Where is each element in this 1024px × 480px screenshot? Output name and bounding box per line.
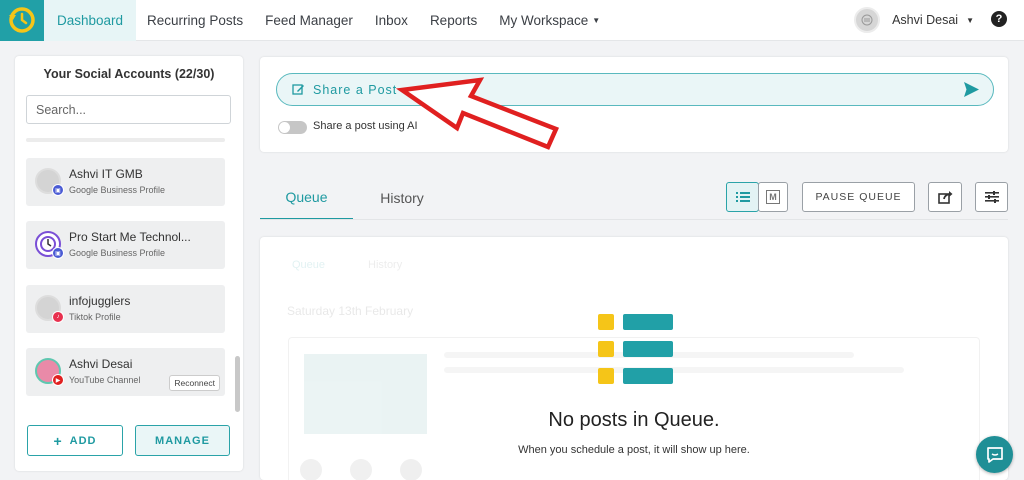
user-name: Ashvi Desai: [892, 13, 959, 27]
accounts-search-input[interactable]: [26, 95, 231, 124]
tiktok-icon: ♪: [52, 311, 64, 323]
nav-inbox-label: Inbox: [374, 12, 408, 28]
empty-queue-icon: [598, 314, 673, 384]
preview-date: Saturday 13th February: [287, 304, 414, 318]
list-icon: [735, 192, 750, 202]
pause-queue-button[interactable]: PAUSE QUEUE: [802, 182, 915, 212]
account-item[interactable]: ▶ Ashvi Desai YouTube Channel Reconnect: [26, 348, 225, 396]
account-item[interactable]: ▣ Ashvi IT GMB Google Business Profile: [26, 158, 225, 206]
avatar: [854, 7, 881, 33]
google-business-icon: ▣: [52, 184, 64, 196]
share-post-input[interactable]: Share a Post: [276, 73, 994, 106]
account-item[interactable]: ▣ Pro Start Me Technol... Google Busines…: [26, 221, 225, 269]
edit-icon: [292, 84, 304, 95]
accounts-scrollbar[interactable]: [235, 356, 240, 412]
queue-panel: Queue History Saturday 13th February No …: [260, 237, 1008, 480]
chat-icon: [986, 446, 1003, 463]
nav-reports-label: Reports: [429, 12, 478, 28]
manage-accounts-label: MANAGE: [155, 434, 210, 447]
empty-queue-subtitle: When you schedule a post, it will show u…: [518, 444, 750, 456]
user-menu[interactable]: Ashvi Desai ▼: [854, 6, 974, 34]
plus-icon: +: [53, 432, 63, 449]
caret-down-icon: ▼: [966, 15, 974, 25]
share-export-button[interactable]: [928, 182, 962, 212]
share-post-label: Share a Post: [313, 82, 398, 97]
nav-recurring-posts[interactable]: Recurring Posts: [136, 0, 254, 41]
preview-avatar: [300, 459, 322, 480]
nav-my-workspace-label: My Workspace: [499, 12, 589, 28]
account-name: Ashvi Desai: [69, 357, 133, 371]
account-type: YouTube Channel: [69, 375, 141, 385]
nav-recurring-posts-label: Recurring Posts: [147, 12, 244, 28]
share-export-icon: [937, 191, 952, 204]
ai-share-toggle-label: Share a post using AI: [313, 120, 418, 132]
reconnect-button[interactable]: Reconnect: [169, 375, 220, 391]
tab-history-label: History: [380, 190, 424, 206]
list-divider: [26, 138, 225, 142]
calendar-view-button[interactable]: M: [758, 182, 788, 212]
preview-avatar: [400, 459, 422, 480]
toggle-knob: [279, 122, 290, 133]
preview-tab-queue: Queue: [292, 259, 326, 271]
youtube-icon: ▶: [52, 374, 64, 386]
list-view-button[interactable]: [726, 182, 759, 212]
nav-inbox[interactable]: Inbox: [364, 0, 419, 41]
clock-logo-icon: [9, 7, 35, 33]
social-accounts-panel: Your Social Accounts (22/30) ▣ Ashvi IT …: [15, 56, 243, 471]
tab-queue-label: Queue: [285, 189, 328, 205]
nav-feed-manager[interactable]: Feed Manager: [254, 0, 364, 41]
nav-feed-manager-label: Feed Manager: [265, 12, 353, 28]
add-account-label: ADD: [69, 434, 97, 447]
preview-text-line: [444, 367, 904, 373]
preview-tab-history: History: [368, 259, 403, 271]
nav-reports[interactable]: Reports: [419, 0, 488, 41]
account-type: Tiktok Profile: [69, 312, 121, 322]
send-icon[interactable]: [963, 81, 980, 103]
chat-support-button[interactable]: [976, 436, 1013, 473]
empty-queue-title: No posts in Queue.: [548, 409, 720, 431]
account-item[interactable]: ♪ infojugglers Tiktok Profile: [26, 285, 225, 333]
tab-history[interactable]: History: [365, 176, 439, 220]
calendar-icon: M: [766, 190, 780, 204]
accounts-title: Your Social Accounts (22/30): [43, 67, 215, 81]
preview-avatar: [350, 459, 372, 480]
nav-my-workspace[interactable]: My Workspace ▼: [488, 0, 611, 41]
account-name: Ashvi IT GMB: [69, 167, 143, 181]
ai-share-toggle[interactable]: [278, 121, 307, 134]
tabs-divider: [260, 219, 1008, 220]
add-account-button[interactable]: + ADD: [27, 425, 123, 456]
account-name: infojugglers: [69, 294, 131, 308]
account-type: Google Business Profile: [69, 248, 166, 258]
sliders-icon: [984, 191, 999, 203]
user-placeholder-icon: [861, 14, 873, 26]
nav-dashboard[interactable]: Dashboard: [44, 0, 137, 41]
nav-dashboard-label: Dashboard: [57, 12, 124, 28]
top-navbar: Dashboard Recurring Posts Feed Manager I…: [0, 0, 1024, 41]
question-circle-icon[interactable]: ?: [991, 11, 1007, 27]
manage-accounts-button[interactable]: MANAGE: [135, 425, 230, 456]
google-business-icon: ▣: [52, 247, 64, 259]
account-type: Google Business Profile: [69, 185, 166, 195]
tab-queue[interactable]: Queue: [260, 176, 353, 220]
filter-settings-button[interactable]: [975, 182, 1008, 212]
account-name: Pro Start Me Technol...: [69, 230, 191, 244]
caret-down-icon: ▼: [592, 15, 601, 25]
share-post-card: Share a Post Share a post using AI: [260, 57, 1008, 152]
app-logo[interactable]: [0, 0, 44, 41]
